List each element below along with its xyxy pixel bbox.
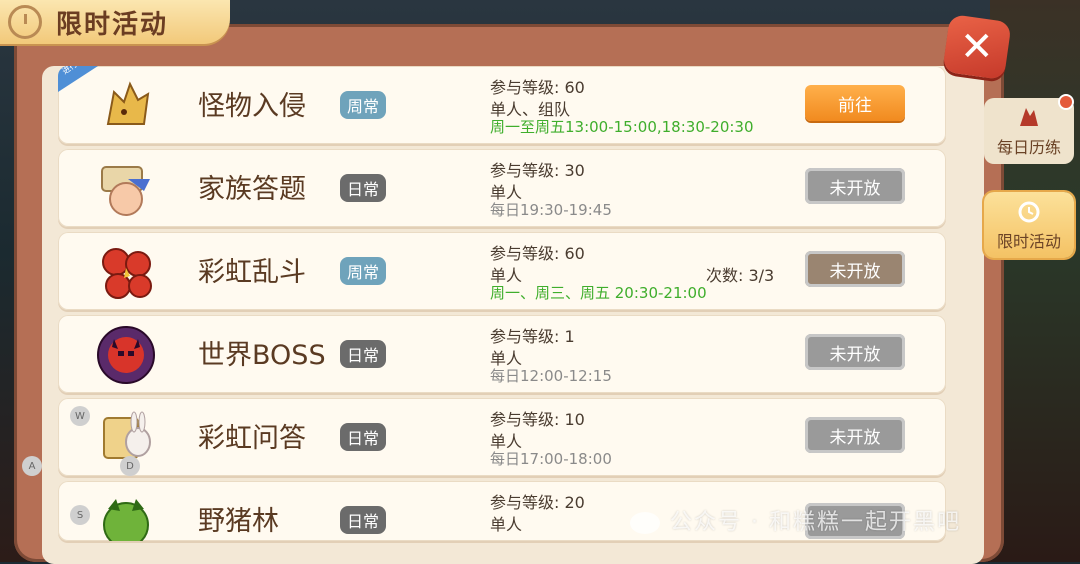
side-tab-label: 限时活动: [996, 232, 1061, 251]
not-open-button[interactable]: 未开放: [805, 334, 905, 370]
level-requirement: 参与等级: 1: [490, 327, 575, 346]
activity-row[interactable]: 彩虹乱斗 周常 参与等级: 60 单人 次数: 3/3 周一、周三、周五 20:…: [58, 232, 946, 310]
side-tab-label: 每日历练: [996, 138, 1061, 157]
activity-name: 家族答题: [198, 174, 306, 205]
notification-dot: [1060, 96, 1072, 108]
activity-row[interactable]: 进行中 怪物入侵 周常 参与等级: 60 单人、组队 周一至周五13:00-15…: [58, 66, 946, 144]
key-hint-w: W: [70, 406, 90, 426]
panel-title: 限时活动: [56, 9, 169, 40]
level-requirement: 参与等级: 20: [490, 493, 585, 512]
ongoing-badge: 进行中: [58, 66, 98, 92]
not-open-button[interactable]: 未开放: [805, 168, 905, 204]
alarm-clock-icon: [8, 5, 42, 39]
activity-name: 怪物入侵: [198, 91, 306, 122]
not-open-button[interactable]: 未开放: [805, 251, 905, 287]
activity-row[interactable]: 彩虹问答 日常 参与等级: 10 单人 每日17:00-18:00 未开放: [58, 398, 946, 476]
scroll-scholar-icon: [101, 166, 150, 216]
close-button[interactable]: ✕: [942, 13, 1012, 81]
boxing-gloves-icon: [102, 248, 152, 299]
daily-tag: 日常: [340, 423, 387, 451]
weekly-tag: 周常: [340, 91, 387, 119]
demon-skull-icon: [97, 326, 155, 384]
clock-icon: [1018, 201, 1040, 223]
level-requirement: 参与等级: 60: [490, 78, 585, 97]
watermark-text: 公众号 · 和糕糕一起开黑吧: [670, 510, 961, 535]
key-hint-d: D: [120, 456, 140, 476]
activity-row[interactable]: 家族答题 日常 参与等级: 30 单人 每日19:30-19:45 未开放: [58, 149, 946, 227]
daily-tag: 日常: [340, 506, 387, 534]
not-open-button[interactable]: 未开放: [805, 417, 905, 453]
key-hint-a: A: [22, 456, 42, 476]
schedule-time: 每日19:30-19:45: [490, 201, 612, 219]
side-tab-limited-events[interactable]: 限时活动: [984, 192, 1074, 258]
activity-name: 彩虹乱斗: [198, 257, 306, 288]
panel-title-tab: 限时活动: [0, 0, 230, 44]
activity-row[interactable]: 世界BOSS 日常 参与等级: 1 单人 每日12:00-12:15 未开放: [58, 315, 946, 393]
key-hint-s: S: [70, 505, 90, 525]
daily-tag: 日常: [340, 174, 387, 202]
schedule-time: 每日12:00-12:15: [490, 367, 612, 385]
level-requirement: 参与等级: 60: [490, 244, 585, 263]
level-requirement: 参与等级: 10: [490, 410, 585, 429]
weekly-tag: 周常: [340, 257, 387, 285]
activity-name: 世界BOSS: [198, 340, 326, 371]
training-icon: [1020, 108, 1038, 126]
participation-mode: 单人: [490, 515, 523, 534]
side-tab-daily-training[interactable]: 每日历练: [984, 98, 1074, 164]
level-requirement: 参与等级: 30: [490, 161, 585, 180]
green-boar-icon: [103, 499, 149, 541]
activity-name: 野猪林: [198, 506, 279, 537]
attempt-count: 次数: 3/3: [706, 266, 775, 285]
close-icon: ✕: [960, 23, 994, 70]
golden-dragon-icon: [106, 81, 150, 125]
schedule-time: 每日17:00-18:00: [490, 450, 612, 468]
activity-name: 彩虹问答: [198, 423, 306, 454]
schedule-time: 周一至周五13:00-15:00,18:30-20:30: [490, 118, 754, 136]
watermark: 公众号 · 和糕糕一起开黑吧: [630, 504, 961, 536]
schedule-time: 周一、周三、周五 20:30-21:00: [490, 284, 707, 302]
daily-tag: 日常: [340, 340, 387, 368]
wechat-icon: [630, 512, 660, 534]
go-button[interactable]: 前往: [805, 85, 905, 121]
